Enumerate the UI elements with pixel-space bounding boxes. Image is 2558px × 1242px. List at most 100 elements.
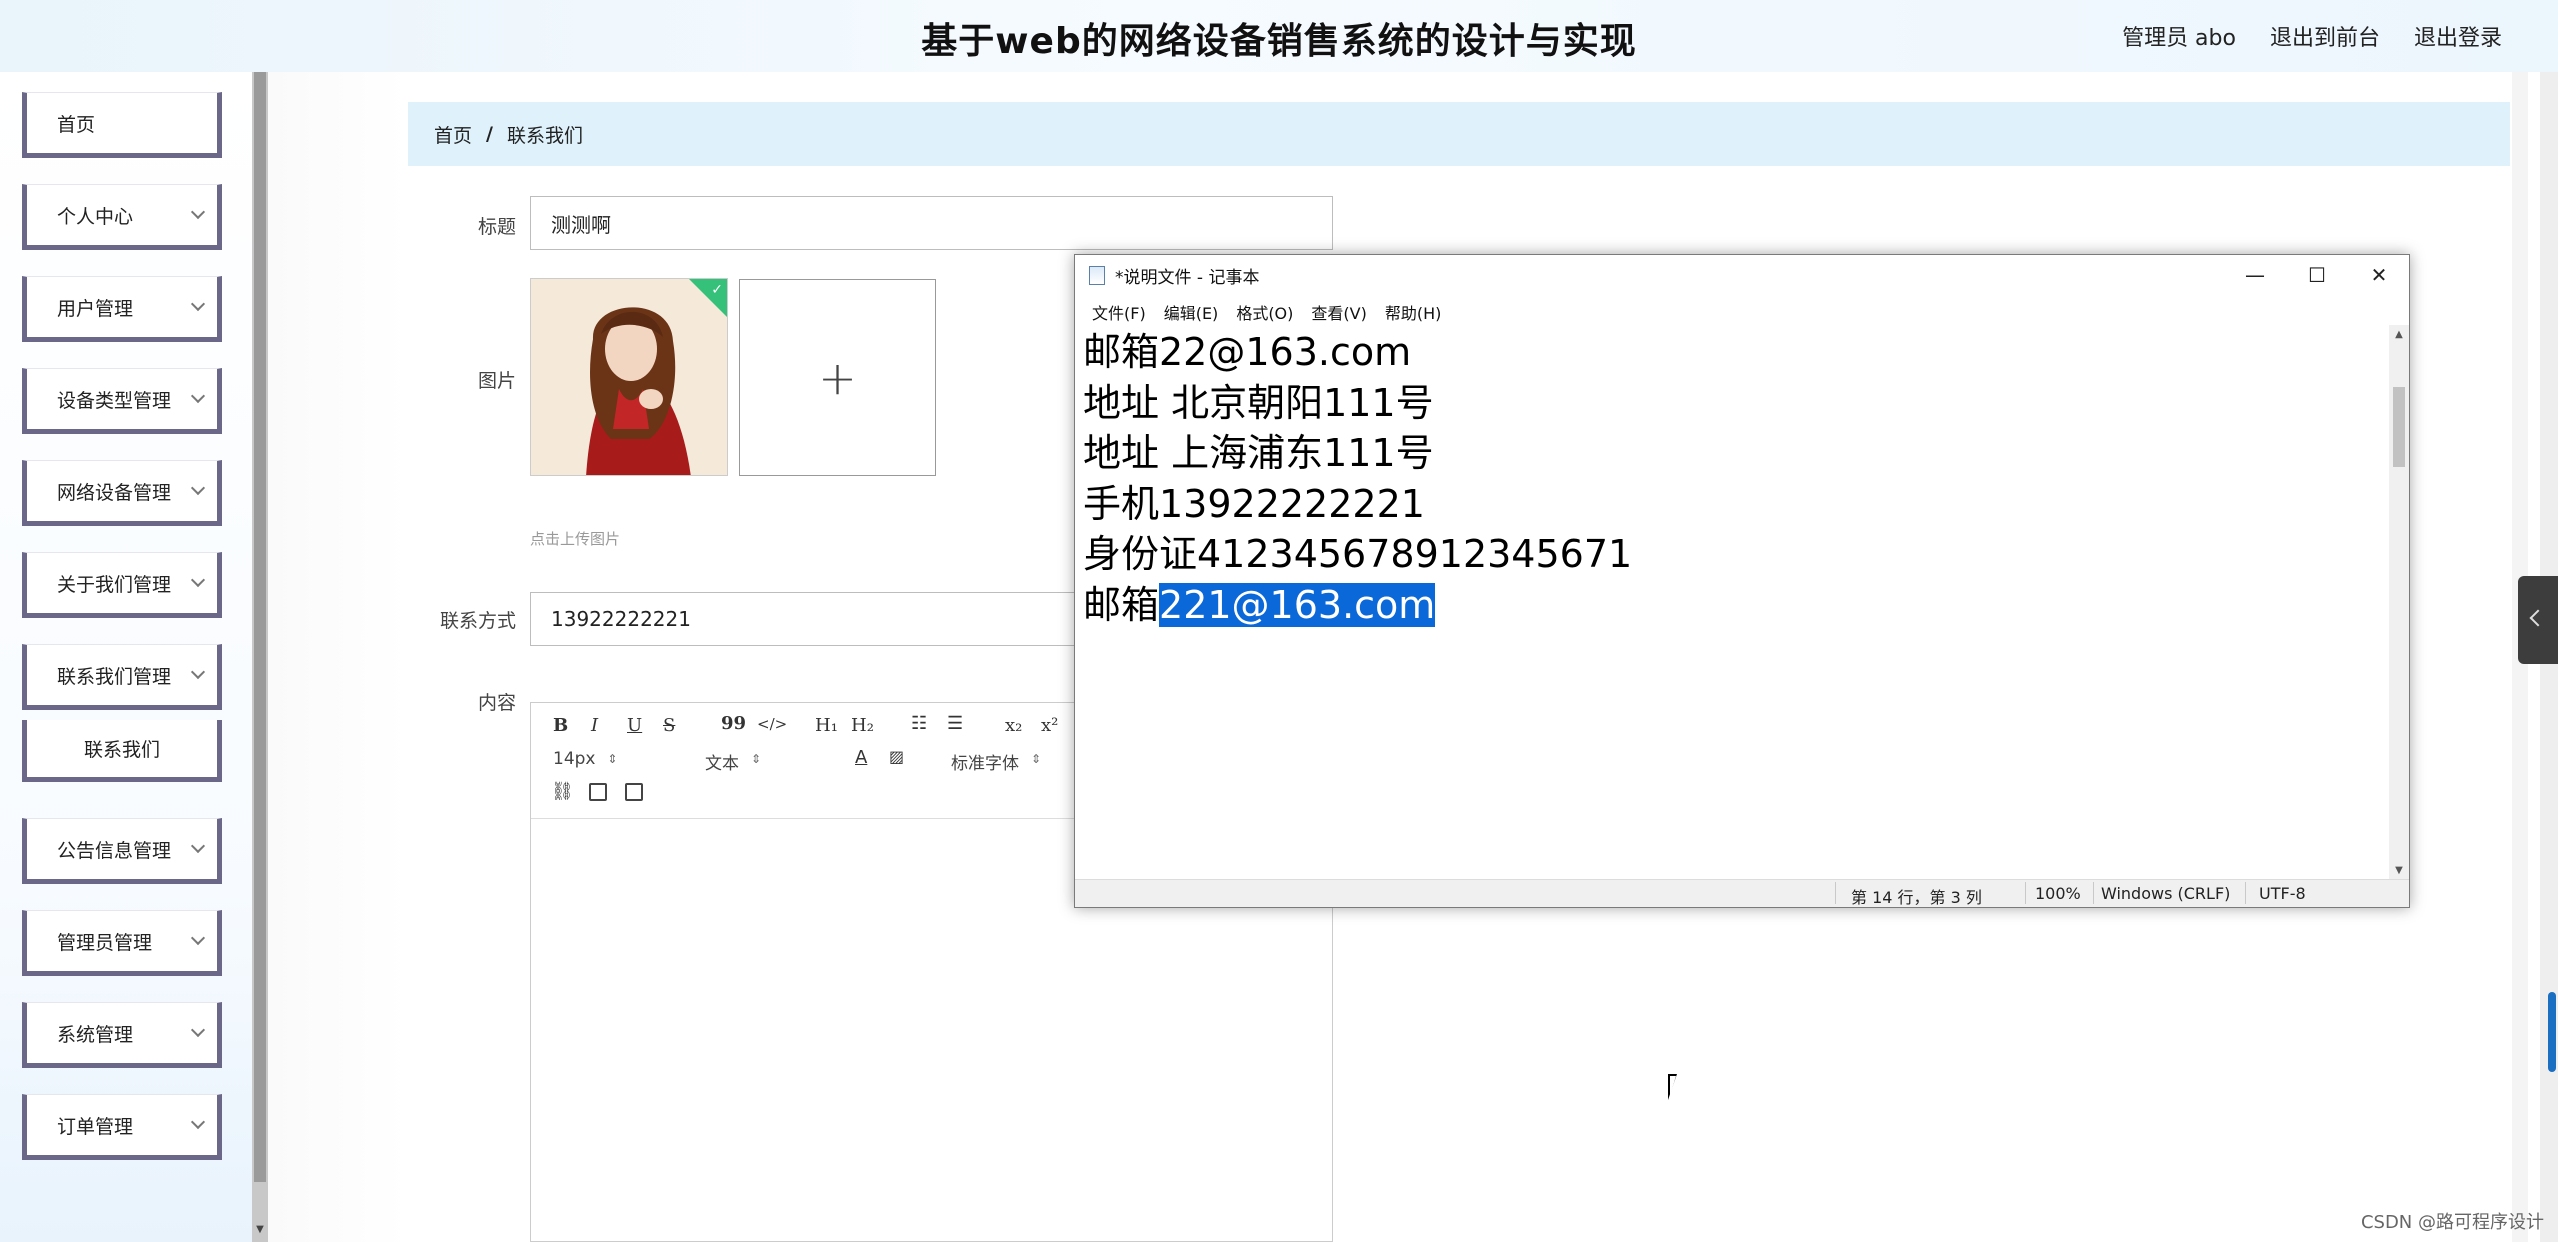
notepad-scrollbar-thumb[interactable] xyxy=(2393,387,2405,467)
underline-button[interactable]: U xyxy=(627,715,642,736)
font-family-select[interactable]: 标准字体 xyxy=(951,749,1041,774)
text-plain: 邮箱 xyxy=(1083,582,1160,627)
upload-hint: 点击上传图片 xyxy=(530,530,621,548)
sidebar-item-label: 公告信息管理 xyxy=(57,839,172,862)
status-divider xyxy=(1835,882,1836,904)
video-icon[interactable] xyxy=(625,783,643,801)
status-cursor-position: 第 14 行，第 3 列 xyxy=(1851,888,1982,907)
sidebar-item-contact-us-management[interactable]: 联系我们管理 xyxy=(22,644,222,710)
mouse-pointer-icon xyxy=(1668,1074,1686,1100)
plus-icon: + xyxy=(818,350,857,405)
chevron-down-icon xyxy=(190,838,206,854)
menu-edit[interactable]: 编辑(E) xyxy=(1155,295,1228,325)
sidebar-item-network-device-management[interactable]: 网络设备管理 xyxy=(22,460,222,526)
subscript-button[interactable]: x₂ xyxy=(1005,715,1022,736)
sidebar-item-label: 关于我们管理 xyxy=(57,573,172,596)
sidebar-item-admin-management[interactable]: 管理员管理 xyxy=(22,910,222,976)
sidebar-item-device-type-management[interactable]: 设备类型管理 xyxy=(22,368,222,434)
code-block-button[interactable]: </> xyxy=(757,715,787,733)
scroll-up-arrow-icon[interactable]: ▲ xyxy=(2389,325,2409,345)
menu-view[interactable]: 查看(V) xyxy=(1302,295,1375,325)
chevron-down-icon xyxy=(190,1114,206,1130)
notepad-status-bar: 第 14 行，第 3 列 100% Windows (CRLF) UTF-8 xyxy=(1075,879,2409,907)
bold-button[interactable]: B xyxy=(553,715,568,736)
top-links: 管理员 abo 退出到前台 退出登录 xyxy=(2122,20,2502,52)
ordered-list-icon[interactable]: ☷ xyxy=(911,713,927,734)
top-bar: 基于web的网络设备销售系统的设计与实现 管理员 abo 退出到前台 退出登录 xyxy=(0,0,2558,72)
chevron-down-icon xyxy=(190,572,206,588)
notepad-title-bar[interactable]: *说明文件 - 记事本 — ☐ ✕ xyxy=(1075,255,2409,295)
sidebar-item-system-management[interactable]: 系统管理 xyxy=(22,1002,222,1068)
sidebar-item-label: 网络设备管理 xyxy=(57,481,172,504)
sidebar-item-label: 首页 xyxy=(57,113,96,136)
breadcrumb-home[interactable]: 首页 xyxy=(434,121,472,148)
breadcrumb: 首页 / 联系我们 xyxy=(408,102,2510,166)
scroll-down-arrow-icon[interactable]: ▼ xyxy=(2389,861,2409,881)
logout-link[interactable]: 退出登录 xyxy=(2414,20,2502,52)
text-line: 身份证412345678912345671 xyxy=(1083,532,1633,577)
link-icon[interactable]: ⛓ xyxy=(551,781,574,802)
status-encoding: UTF-8 xyxy=(2259,884,2306,903)
sidebar-item-label: 设备类型管理 xyxy=(57,389,172,412)
blockquote-button[interactable]: 99 xyxy=(721,713,746,734)
superscript-button[interactable]: x² xyxy=(1041,715,1058,736)
sidebar-item-label: 联系我们 xyxy=(83,739,160,761)
chevron-left-icon xyxy=(2529,609,2547,627)
sidebar-item-announcement-management[interactable]: 公告信息管理 xyxy=(22,818,222,884)
font-color-button[interactable]: A xyxy=(855,747,867,768)
chevron-down-icon xyxy=(190,204,206,220)
contact-input[interactable]: 13922222221 xyxy=(530,592,1090,646)
title-input[interactable]: 测测啊 xyxy=(530,196,1333,250)
chevron-down-icon xyxy=(190,664,206,680)
uploaded-image-thumbnail[interactable]: ✓ xyxy=(530,278,728,476)
status-line-ending: Windows (CRLF) xyxy=(2101,884,2231,903)
maximize-button[interactable]: ☐ xyxy=(2287,255,2347,295)
text-line: 邮箱22@163.com xyxy=(1083,330,1412,374)
background-color-icon[interactable]: ▨ xyxy=(889,747,904,766)
image-icon[interactable] xyxy=(589,783,607,801)
italic-button[interactable]: I xyxy=(591,715,598,736)
text-line: 地址 北京朝阳111号 xyxy=(1083,380,1434,425)
text-line: 地址 上海浦东111号 xyxy=(1083,431,1434,476)
notepad-scrollbar[interactable]: ▲ ▼ xyxy=(2389,325,2409,881)
strike-button[interactable]: S xyxy=(663,715,675,736)
sidebar-item-about-us-management[interactable]: 关于我们管理 xyxy=(22,552,222,618)
chevron-down-icon xyxy=(190,930,206,946)
sidebar-item-personal-center[interactable]: 个人中心 xyxy=(22,184,222,250)
heading1-button[interactable]: H₁ xyxy=(815,715,838,736)
sidebar-item-user-management[interactable]: 用户管理 xyxy=(22,276,222,342)
notepad-app-icon xyxy=(1089,266,1105,285)
sidebar-item-label: 用户管理 xyxy=(57,297,134,320)
page-scrollbar-thumb[interactable] xyxy=(2548,992,2556,1072)
breadcrumb-separator: / xyxy=(486,123,493,145)
admin-user-label[interactable]: 管理员 abo xyxy=(2122,20,2236,52)
sidebar-scrollbar-thumb[interactable] xyxy=(254,72,266,1182)
contact-label: 联系方式 xyxy=(439,610,516,632)
heading2-button[interactable]: H₂ xyxy=(851,715,874,736)
close-button[interactable]: ✕ xyxy=(2349,255,2409,295)
minimize-button[interactable]: — xyxy=(2225,255,2285,295)
chevron-down-icon xyxy=(190,480,206,496)
back-to-front-link[interactable]: 退出到前台 xyxy=(2270,20,2380,52)
bullet-list-icon[interactable]: ☰ xyxy=(947,713,963,734)
notepad-text-area[interactable]: 邮箱22@163.com 地址 北京朝阳111号 地址 上海浦东111号 手机1392… xyxy=(1081,325,2379,881)
sidebar-item-order-management[interactable]: 订单管理 xyxy=(22,1094,222,1160)
font-size-select[interactable]: 14px xyxy=(553,749,618,769)
status-divider xyxy=(2025,882,2026,904)
chevron-down-icon xyxy=(190,1022,206,1038)
menu-file[interactable]: 文件(F) xyxy=(1083,295,1155,325)
menu-format[interactable]: 格式(O) xyxy=(1227,295,1302,325)
block-type-select[interactable]: 文本 xyxy=(705,749,761,774)
check-icon: ✓ xyxy=(711,282,723,298)
sidebar-scrollbar[interactable]: ▼ xyxy=(252,72,268,1242)
chevron-down-icon xyxy=(190,296,206,312)
notepad-title: *说明文件 - 记事本 xyxy=(1115,268,1260,288)
menu-help[interactable]: 帮助(H) xyxy=(1376,295,1451,325)
upload-image-button[interactable]: + xyxy=(739,279,936,476)
sidebar-item-home[interactable]: 首页 xyxy=(22,92,222,158)
image-label: 图片 xyxy=(477,370,516,392)
content-gutter xyxy=(268,72,408,1242)
scroll-down-arrow-icon[interactable]: ▼ xyxy=(254,1224,266,1238)
sidebar-subitem-contact-us[interactable]: 联系我们 xyxy=(22,720,222,782)
collapse-panel-tab[interactable] xyxy=(2518,576,2558,664)
